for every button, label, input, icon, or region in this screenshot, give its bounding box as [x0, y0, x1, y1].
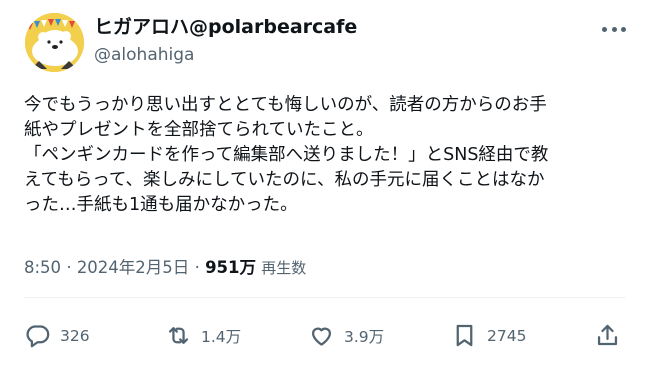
heart-icon	[311, 327, 332, 346]
reply-count: 326	[60, 326, 90, 345]
repost-count: 1.4万	[201, 327, 242, 346]
reply-icon	[26, 325, 50, 348]
bookmark-count: 2745	[487, 326, 527, 345]
repost-button[interactable]: 1.4万	[165, 322, 241, 349]
view-count: 951万	[205, 258, 257, 277]
bookmark-button[interactable]: 2745	[451, 322, 526, 349]
repost-icon	[168, 327, 189, 344]
tweet-meta: 8:50 · 2024年2月5日 · 951万 再生数	[24, 254, 306, 278]
tweet-header: ヒガアロハ@polarbearcafe @alohahiga	[94, 14, 357, 67]
display-name[interactable]: ヒガアロハ@polarbearcafe	[94, 14, 357, 40]
user-handle[interactable]: @alohahiga	[94, 43, 357, 67]
bookmark-icon	[456, 324, 473, 347]
like-button[interactable]: 3.9万	[308, 322, 384, 349]
tweet-time[interactable]: 8:50	[24, 258, 61, 277]
tweet-card: ヒガアロハ@polarbearcafe @alohahiga 今でもうっかり思い…	[0, 0, 650, 365]
like-count: 3.9万	[344, 327, 385, 346]
meta-separator: ·	[194, 258, 200, 277]
avatar[interactable]	[25, 13, 84, 72]
more-icon-dot	[621, 26, 626, 32]
more-icon-dot	[611, 26, 617, 32]
action-bar: 326 1.4万 3.9万 2745	[20, 322, 630, 362]
view-count-label: 再生数	[261, 259, 307, 277]
more-icon	[602, 26, 607, 32]
meta-separator: ·	[66, 258, 72, 277]
share-button[interactable]	[594, 322, 621, 349]
share-icon	[597, 324, 618, 346]
tweet-text: 今でもうっかり思い出すととても悔しいのが、読者の方からのお手 紙やプレゼントを全…	[24, 95, 549, 215]
more-button[interactable]	[602, 24, 626, 34]
reply-button[interactable]: 326	[24, 322, 90, 349]
tweet-date[interactable]: 2024年2月5日	[77, 258, 190, 277]
divider	[24, 297, 626, 298]
polar-bear-avatar-icon	[25, 13, 84, 72]
